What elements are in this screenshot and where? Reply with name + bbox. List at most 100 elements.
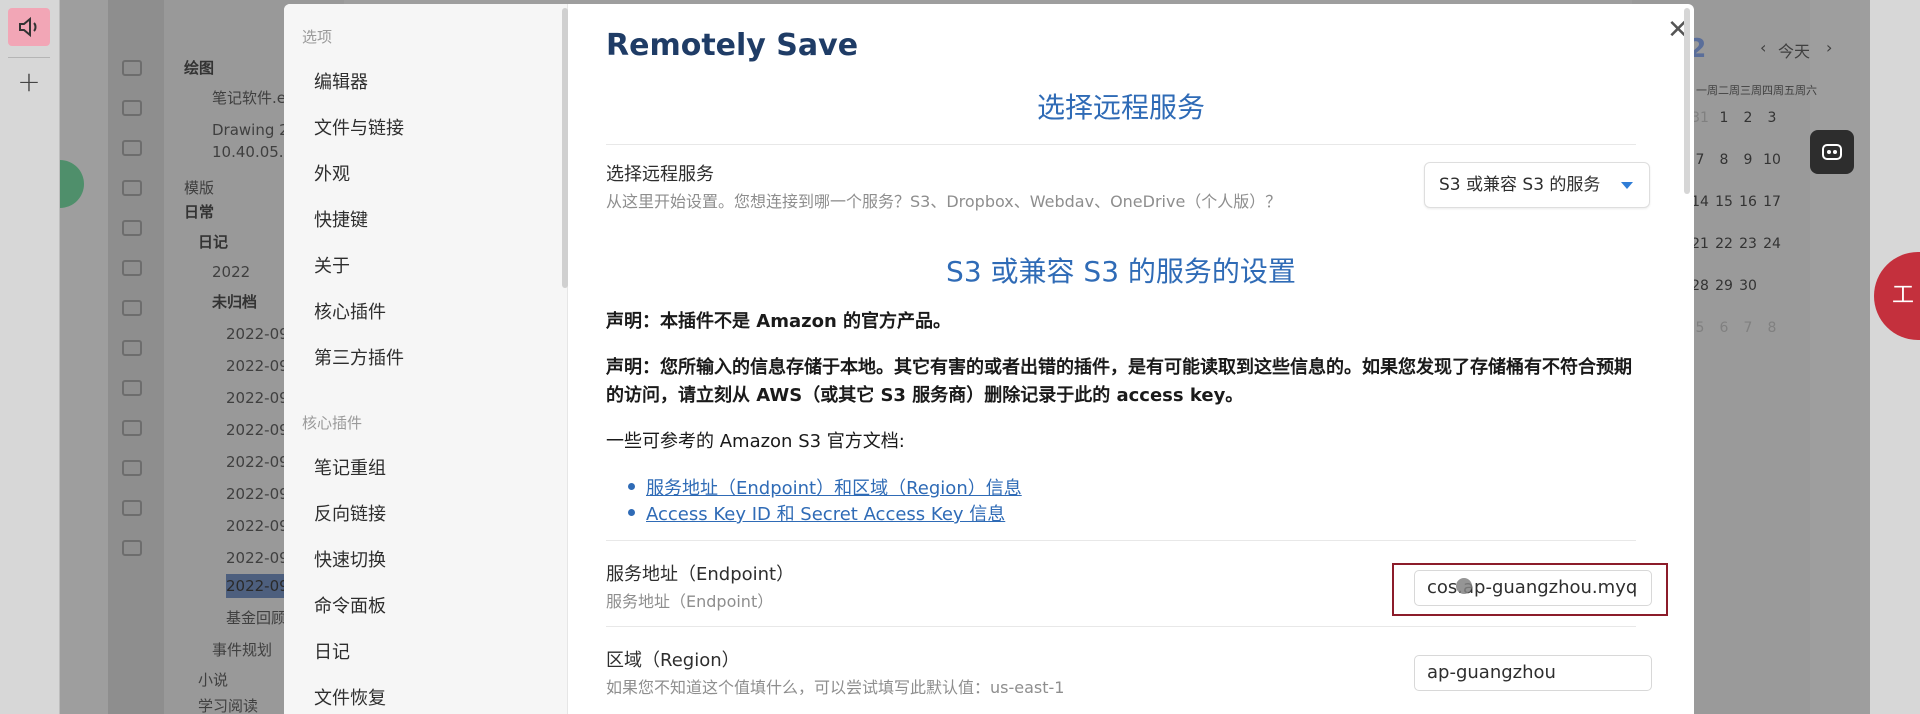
tree-file[interactable]: 2022-09	[226, 514, 289, 538]
tree-folder[interactable]: 日记	[198, 230, 228, 254]
tree-folder[interactable]: 2022	[212, 260, 250, 284]
calendar-day[interactable]: 8	[1712, 152, 1736, 194]
sidebar-item-about[interactable]: 关于	[314, 252, 350, 278]
setting-desc-region: 如果您不知道这个值填什么，可以尝试填写此默认值：us-east-1	[606, 678, 1065, 697]
host-toolbar: +	[0, 0, 60, 714]
calendar-today-button[interactable]: 今天	[1778, 38, 1810, 62]
setting-name-endpoint: 服务地址（Endpoint）	[606, 564, 795, 585]
ribbon-icon	[122, 180, 142, 196]
tree-file[interactable]: 2022-09	[226, 386, 289, 410]
calendar-day[interactable]: 9	[1736, 152, 1760, 194]
status-dot	[60, 160, 84, 208]
sidebar-item-backlinks[interactable]: 反向链接	[314, 500, 386, 526]
sidebar-item-editor[interactable]: 编辑器	[314, 68, 368, 94]
list-item: Access Key ID 和 Secret Access Key 信息	[624, 500, 1022, 526]
divider	[8, 57, 50, 58]
setting-desc-choose-service: 从这里开始设置。您想连接到哪一个服务？S3、Dropbox、Webdav、One…	[606, 192, 1282, 211]
calendar-day[interactable]: 15	[1712, 194, 1736, 236]
notice-local-storage: 声明：您所输入的信息存储于本地。其它有害的或者出错的插件，是有可能读取到这些信息…	[606, 357, 1632, 406]
divider	[606, 626, 1636, 627]
tree-file[interactable]: 2022-09	[226, 482, 289, 506]
calendar-day[interactable]: 29	[1712, 278, 1736, 320]
settings-modal: 选项 编辑器 文件与链接 外观 快捷键 关于 核心插件 第三方插件 核心插件 笔…	[284, 4, 1694, 714]
chevron-down-icon	[1621, 182, 1633, 189]
section-heading-s3-settings: S3 或兼容 S3 的服务的设置	[946, 255, 1296, 288]
region-input[interactable]: ap-guangzhou	[1414, 655, 1652, 691]
robot-icon[interactable]	[1810, 130, 1854, 174]
sidebar-item-core-plugins[interactable]: 核心插件	[314, 298, 386, 324]
ribbon-icon	[122, 340, 142, 356]
ribbon-icon	[122, 100, 142, 116]
ribbon-icon	[122, 140, 142, 156]
list-item: 服务地址（Endpoint）和区域（Region）信息	[624, 474, 1022, 500]
sidebar-item-daily-notes[interactable]: 日记	[314, 638, 350, 664]
calendar-day[interactable]: 24	[1760, 236, 1784, 278]
calendar-day[interactable]: 17	[1760, 194, 1784, 236]
ribbon-icon	[122, 300, 142, 316]
tree-file[interactable]: 基金回顾	[226, 606, 286, 630]
sidebar-item-file-recovery[interactable]: 文件恢复	[314, 684, 386, 710]
tree-folder[interactable]: 学习阅读	[198, 694, 258, 714]
calendar-day[interactable]: 10	[1760, 152, 1784, 194]
remote-service-dropdown[interactable]: S3 或兼容 S3 的服务	[1424, 162, 1650, 208]
tree-folder[interactable]: 未归档	[212, 290, 257, 314]
tree-folder[interactable]: 绘图	[184, 56, 214, 80]
calendar-next-button[interactable]: ›	[1826, 38, 1832, 57]
ribbon-icon	[122, 420, 142, 436]
tree-file[interactable]: 2022-09	[226, 322, 289, 346]
sidebar-item-command-palette[interactable]: 命令面板	[314, 592, 386, 618]
link-access-key-docs[interactable]: Access Key ID 和 Secret Access Key 信息	[646, 504, 1005, 525]
calendar-day[interactable]: 22	[1712, 236, 1736, 278]
sidebar-item-community-plugins[interactable]: 第三方插件	[314, 344, 404, 370]
calendar-day[interactable]: 30	[1736, 278, 1760, 320]
calendar-day[interactable]: 8	[1760, 320, 1784, 362]
ribbon-icon	[122, 260, 142, 276]
tree-folder[interactable]: 事件规划	[212, 638, 272, 662]
tree-file[interactable]: 2022-09	[226, 546, 289, 570]
setting-name-region: 区域（Region）	[606, 650, 740, 671]
calendar-day[interactable]: 3	[1760, 110, 1784, 152]
setting-desc-endpoint: 服务地址（Endpoint）	[606, 592, 774, 611]
sidebar-item-note-composer[interactable]: 笔记重组	[314, 454, 386, 480]
ribbon-icon	[122, 220, 142, 236]
tree-file[interactable]: 2022-09	[226, 450, 289, 474]
notice-not-official: 声明：本插件不是 Amazon 的官方产品。	[606, 311, 952, 332]
ribbon	[108, 0, 164, 714]
ribbon-icon	[122, 540, 142, 556]
plus-icon[interactable]: +	[8, 62, 50, 100]
ribbon-icon	[122, 500, 142, 516]
settings-sidebar: 选项 编辑器 文件与链接 外观 快捷键 关于 核心插件 第三方插件 核心插件 笔…	[284, 4, 568, 714]
calendar-day[interactable]: 23	[1736, 236, 1760, 278]
sidebar-section-core: 核心插件	[302, 414, 363, 432]
calendar-day[interactable]: 6	[1712, 320, 1736, 362]
plugin-title: Remotely Save	[606, 28, 859, 63]
setting-name-choose-service: 选择远程服务	[606, 164, 714, 185]
calendar-prev-button[interactable]: ‹	[1760, 38, 1766, 57]
sidebar-item-quick-switcher[interactable]: 快速切换	[314, 546, 386, 572]
ribbon-icon	[122, 60, 142, 76]
sidebar-section-options: 选项	[302, 28, 333, 46]
ribbon-icon	[122, 380, 142, 396]
tree-folder[interactable]: 模版	[184, 176, 214, 200]
mouse-cursor	[1456, 578, 1472, 594]
sidebar-item-hotkeys[interactable]: 快捷键	[314, 206, 368, 232]
calendar-weekdays: 一周二周三周四周五周六	[1696, 84, 1817, 97]
link-endpoint-region-docs[interactable]: 服务地址（Endpoint）和区域（Region）信息	[646, 478, 1022, 499]
calendar-day[interactable]: 1	[1712, 110, 1736, 152]
sidebar-item-files-links[interactable]: 文件与链接	[314, 114, 404, 140]
tree-folder[interactable]: 小说	[198, 668, 228, 692]
section-heading-choose-service: 选择远程服务	[1036, 91, 1205, 124]
calendar-day[interactable]: 2	[1736, 110, 1760, 152]
calendar-day[interactable]: 16	[1736, 194, 1760, 236]
tree-folder[interactable]: 日常	[184, 200, 214, 224]
divider	[606, 540, 1636, 541]
tree-file[interactable]: 2022-09	[226, 418, 289, 442]
endpoint-input[interactable]: cos.ap-guangzhou.myq	[1414, 570, 1652, 606]
speaker-icon[interactable]	[8, 8, 50, 46]
calendar-day[interactable]: 7	[1736, 320, 1760, 362]
docs-intro: 一些可参考的 Amazon S3 官方文档:	[606, 431, 905, 452]
sidebar-item-appearance[interactable]: 外观	[314, 160, 350, 186]
tree-file[interactable]: 2022-09	[226, 354, 289, 378]
sidebar-scrollbar[interactable]	[562, 8, 568, 288]
content-scrollbar[interactable]	[1684, 8, 1690, 194]
